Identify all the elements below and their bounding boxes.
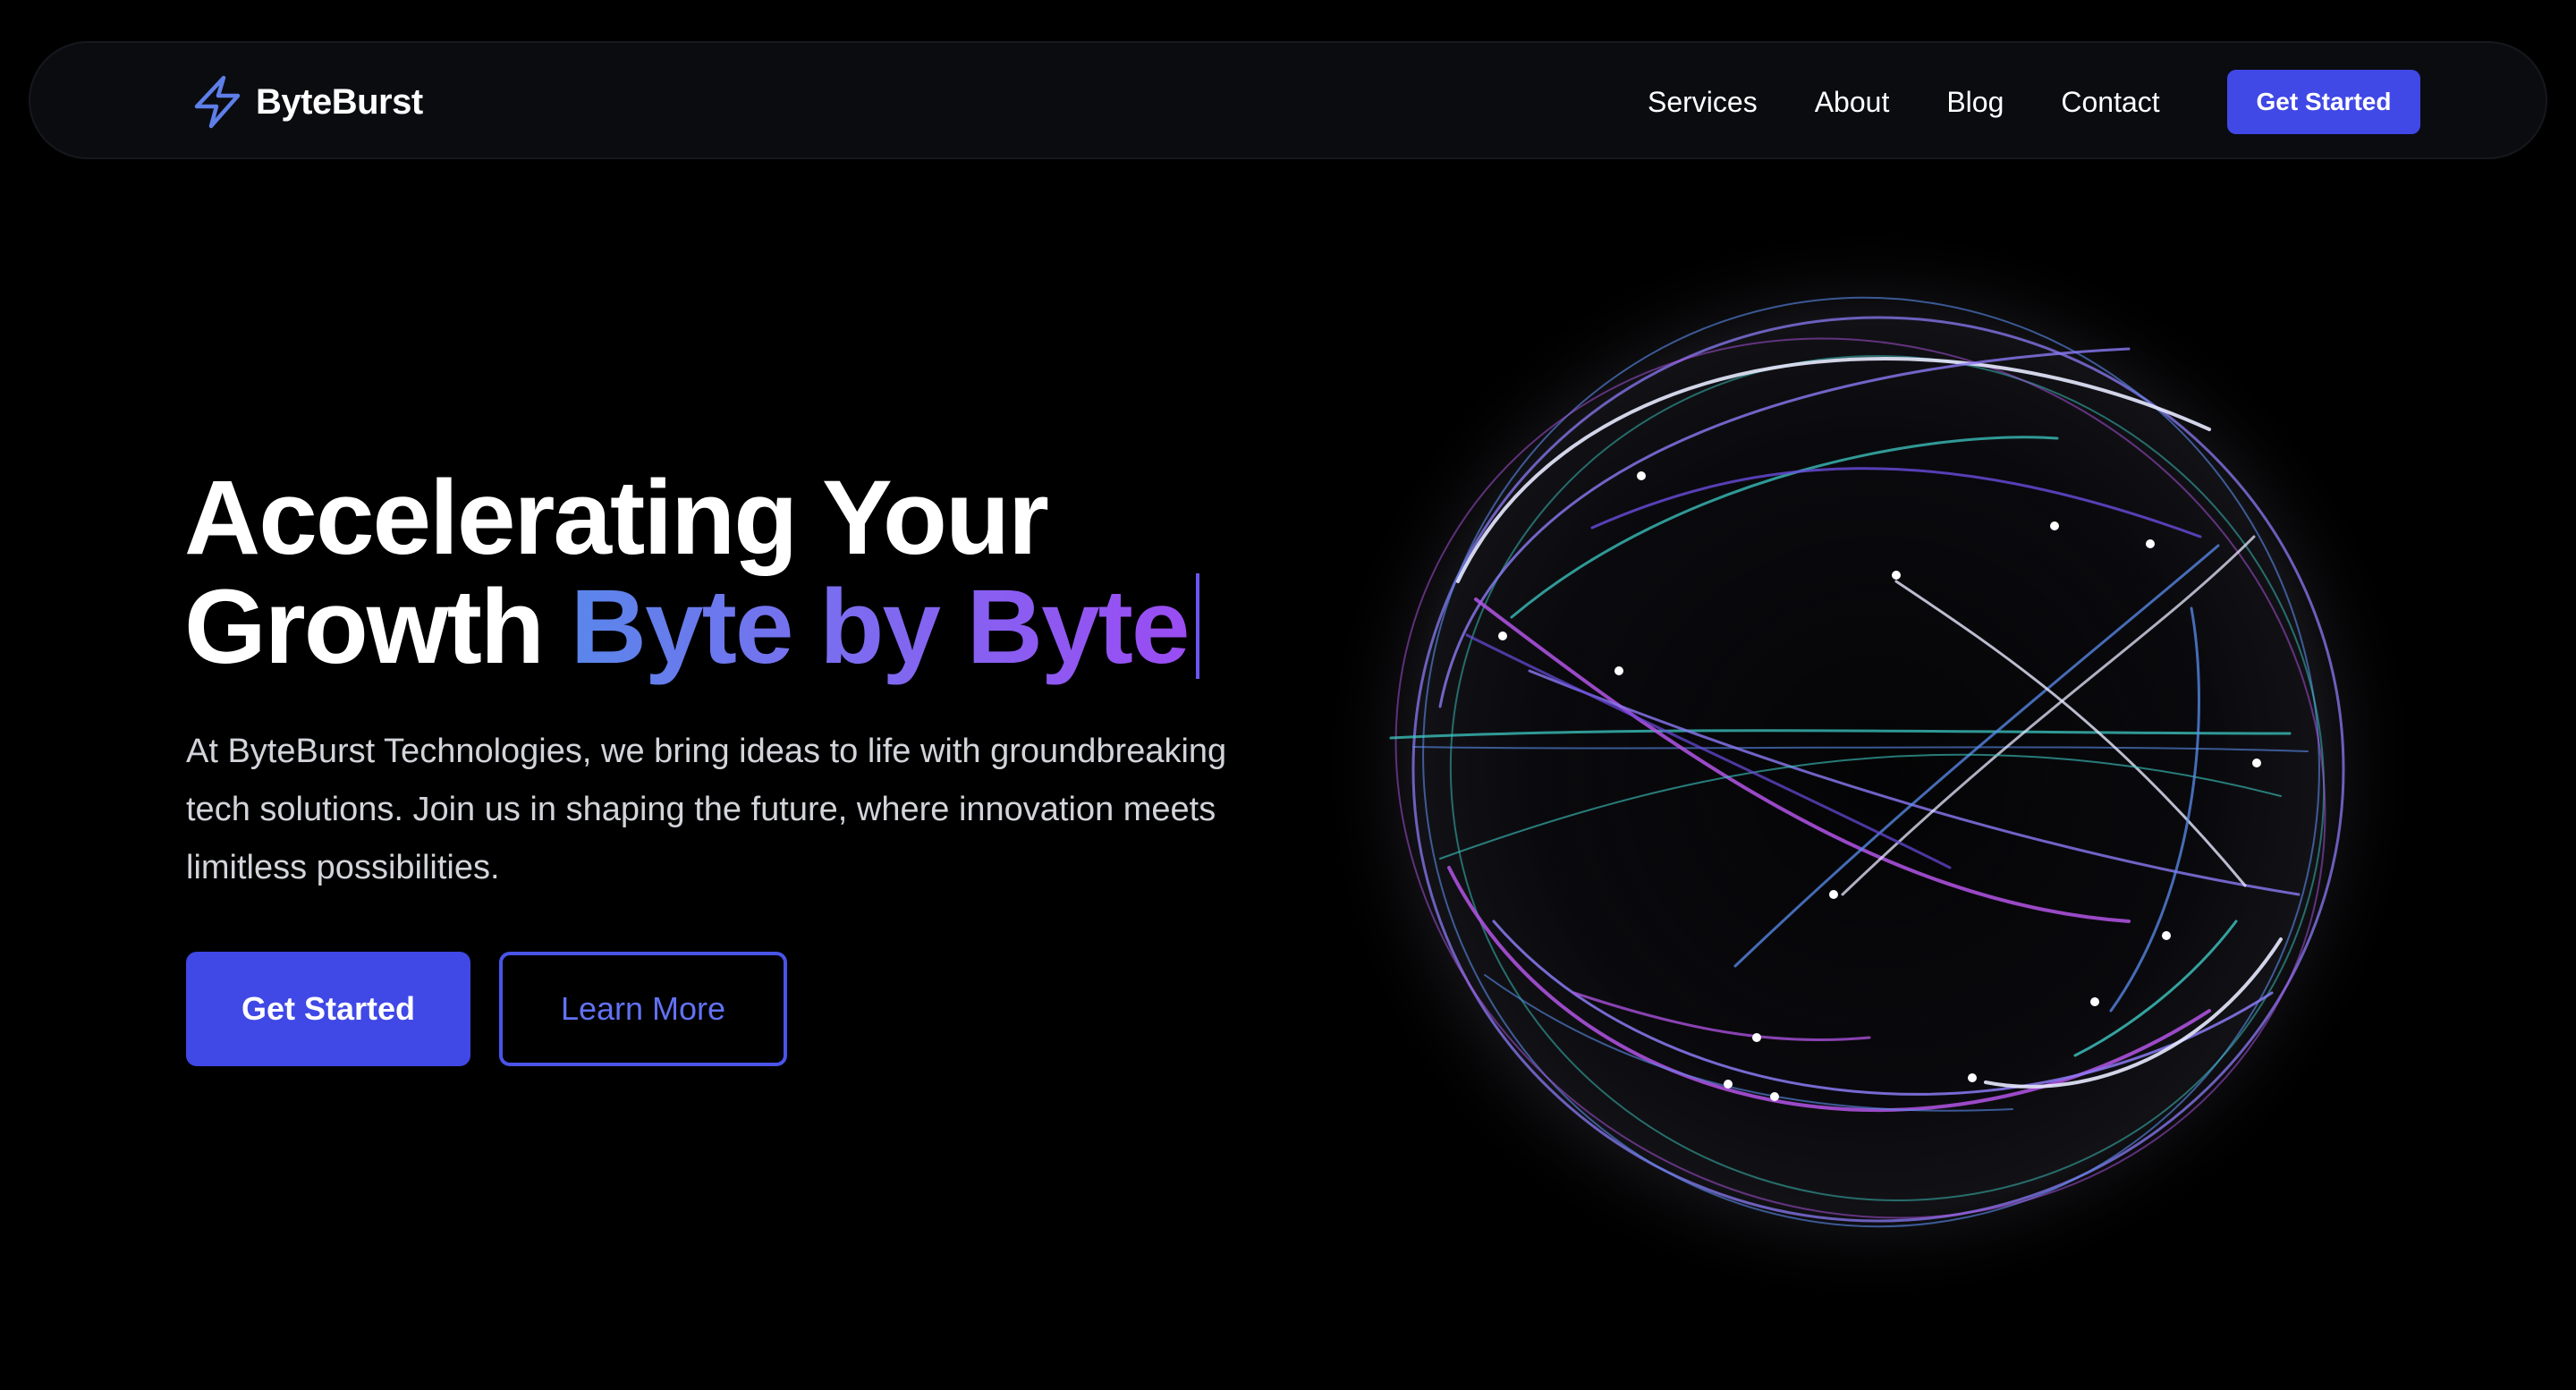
nav-get-started-button[interactable]: Get Started	[2227, 70, 2420, 134]
landing-page: ByteBurst Services About Blog Contact Ge…	[0, 0, 2576, 1390]
hero-get-started-button[interactable]: Get Started	[186, 952, 470, 1066]
hero-title-line1: Accelerating Your	[184, 459, 1049, 577]
nav-link-about[interactable]: About	[1815, 86, 1890, 119]
orbit-node	[1829, 890, 1838, 899]
hero-title: Accelerating Your Growth Byte by Byte	[184, 463, 1199, 682]
nav-links: Services About Blog Contact	[1648, 73, 2217, 131]
nav-link-services[interactable]: Services	[1648, 86, 1758, 119]
navbar: ByteBurst Services About Blog Contact Ge…	[29, 41, 2547, 159]
typing-cursor	[1195, 573, 1199, 679]
nav-link-blog[interactable]: Blog	[1946, 86, 2004, 119]
globe-core-shadow	[1503, 420, 2254, 1136]
orbit-node	[1752, 1033, 1761, 1042]
brand-name: ByteBurst	[256, 81, 423, 122]
orbit-node	[1614, 666, 1623, 675]
orbit-node	[1770, 1092, 1779, 1101]
orbit-node	[1498, 631, 1507, 640]
hero-learn-more-button[interactable]: Learn More	[499, 952, 787, 1066]
orbit-globe-illustration	[1315, 219, 2424, 1310]
orbit-node	[2252, 759, 2261, 767]
orbit-node	[2090, 997, 2099, 1006]
hero-title-highlight: Byte by Byte	[570, 568, 1191, 686]
brand-logo[interactable]: ByteBurst	[190, 73, 423, 131]
hero-title-line2: Growth Byte by Byte	[184, 572, 1199, 682]
hero-title-prefix: Growth	[184, 568, 571, 686]
orbit-node	[1968, 1073, 1977, 1082]
orbit-node	[1892, 571, 1901, 580]
orbit-node	[2050, 521, 2059, 530]
nav-link-contact[interactable]: Contact	[2061, 86, 2159, 119]
hero-description: At ByteBurst Technologies, we bring idea…	[186, 733, 1227, 886]
orbit-node	[2162, 931, 2171, 940]
orbit-node	[1637, 471, 1646, 480]
lightning-bolt-icon	[194, 75, 241, 129]
orbit-node	[1724, 1080, 1733, 1089]
orbit-node	[2146, 539, 2155, 548]
